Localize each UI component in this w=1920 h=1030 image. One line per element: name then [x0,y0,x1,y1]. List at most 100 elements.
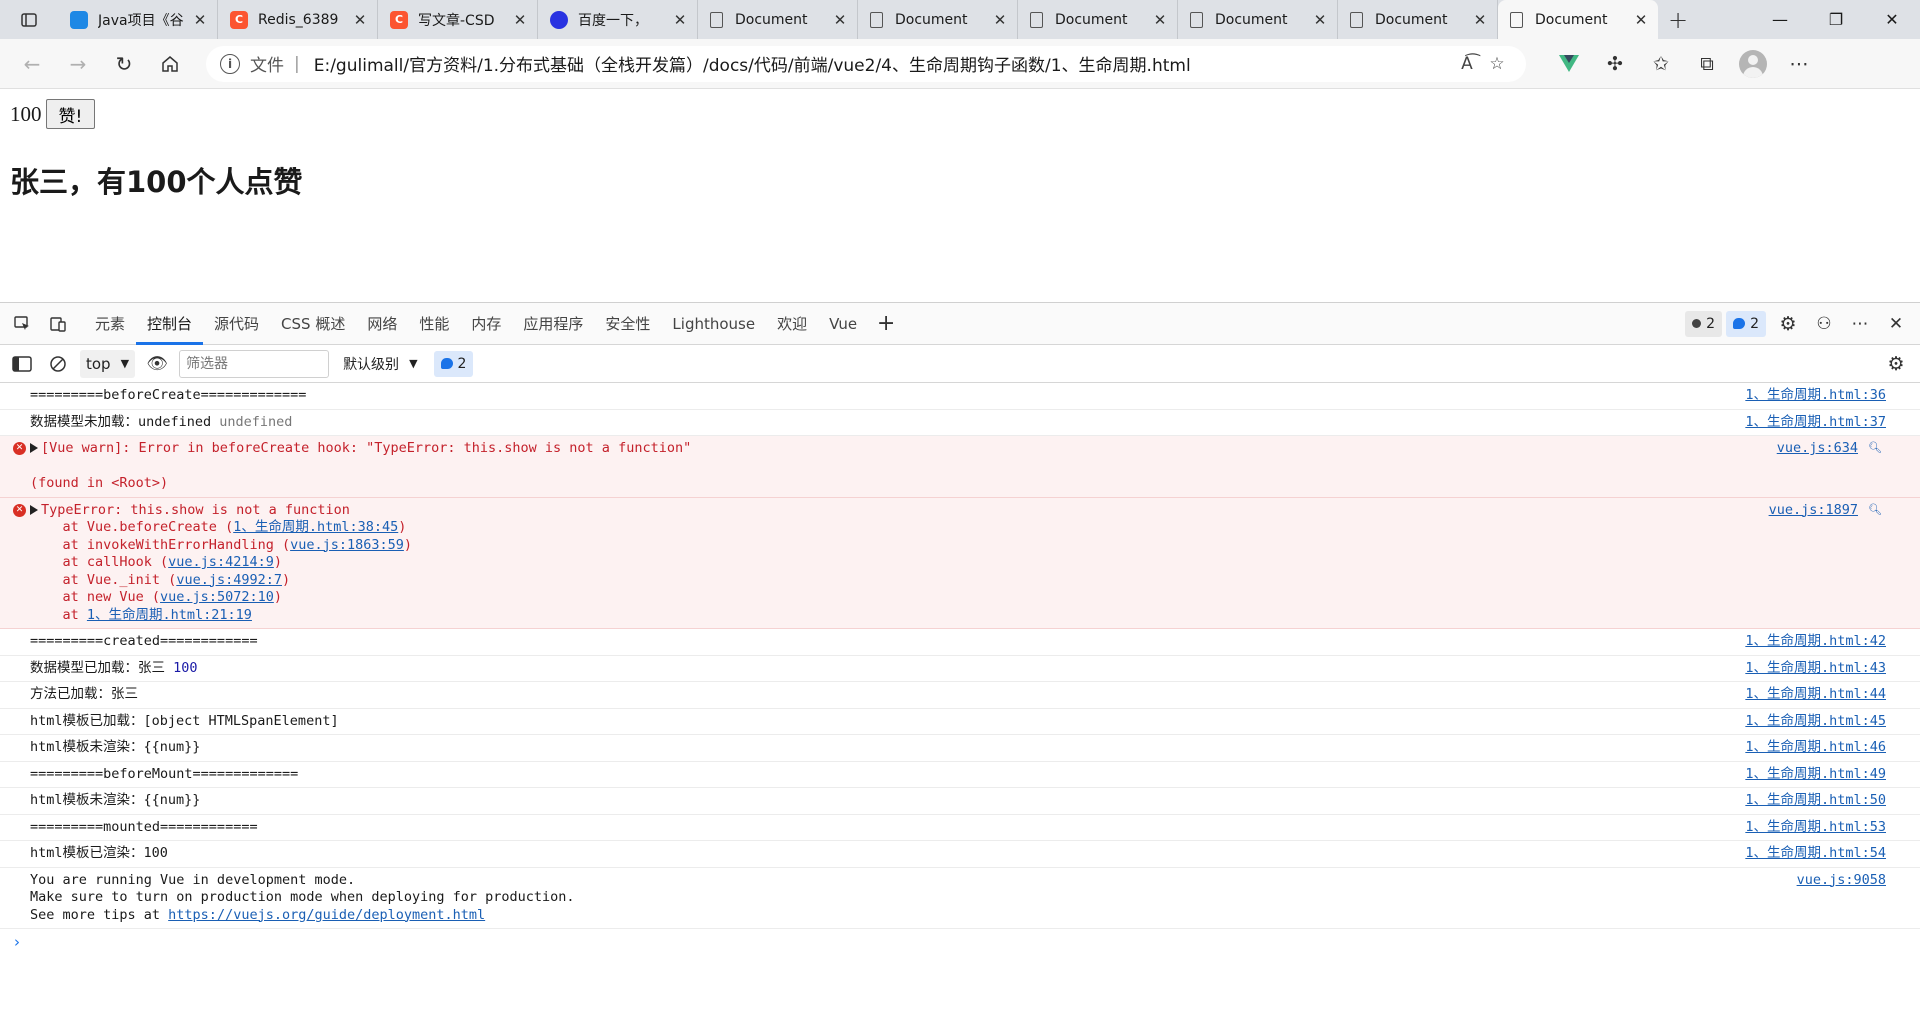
browser-tab[interactable]: Document ✕ [858,0,1018,39]
read-aloud-icon[interactable]: A͡ [1452,54,1482,74]
devtools-tab[interactable]: 安全性 [594,303,661,345]
error-count-badge[interactable]: 2 [1685,310,1723,337]
address-bar[interactable]: i 文件 | E:/gulimall/官方资料/1.分布式基础（全栈开发篇）/d… [206,45,1526,82]
console-source-link[interactable]: 1、生命周期.html:42 [1745,633,1886,651]
more-tools-button[interactable]: + [868,304,904,344]
console-source-link[interactable]: 1、生命周期.html:54 [1745,845,1886,863]
favorites-button[interactable]: ✩ [1638,46,1684,82]
console-source-link[interactable]: vue.js:9058 [1797,872,1886,890]
console-message-text: 方法已加载：张三 [30,686,138,702]
browser-tab[interactable]: Document ✕ [1338,0,1498,39]
devtools-tab[interactable]: 元素 [84,303,136,345]
live-expression-button[interactable]: 👁 [139,344,175,384]
close-window-button[interactable]: ✕ [1864,0,1920,39]
extensions-button[interactable]: ✣ [1592,46,1638,82]
clear-console-button[interactable] [40,344,76,384]
browser-tab[interactable]: Java项目《谷 ✕ [58,0,218,39]
more-menu-button[interactable]: ⋯ [1776,46,1822,82]
browser-tab[interactable]: 百度一下， ✕ [538,0,698,39]
close-tab-icon[interactable]: ✕ [1471,11,1489,29]
console-source-link[interactable]: vue.js:634 [1777,440,1858,458]
collections-button[interactable]: ⧉ [1684,46,1730,82]
profile-button[interactable] [1730,46,1776,82]
devtools-tab[interactable]: 网络 [356,303,408,345]
console-settings-button[interactable]: ⚙ [1878,344,1914,384]
browser-tab-title: Document [1055,11,1128,28]
device-emulation-button[interactable] [40,304,76,344]
add-favorite-icon[interactable]: ☆ [1482,54,1512,74]
console-source-link[interactable]: 1、生命周期.html:45 [1745,713,1886,731]
stack-frame-link[interactable]: 1、生命周期.html:38:45 [233,519,398,535]
console-prompt[interactable]: › [0,929,1920,951]
browser-tab[interactable]: Document ✕ [1178,0,1338,39]
console-source-link[interactable]: 1、生命周期.html:50 [1745,792,1886,810]
close-devtools-button[interactable]: ✕ [1878,304,1914,344]
console-source-link[interactable]: 1、生命周期.html:37 [1745,414,1886,432]
console-source-link[interactable]: 1、生命周期.html:49 [1745,766,1886,784]
restore-button[interactable]: ❐ [1808,0,1864,39]
devtools-tab[interactable]: Lighthouse [661,303,766,345]
browser-tab[interactable]: C Redis_6389 ✕ [218,0,378,39]
console-message-badge[interactable]: 2 [433,350,474,377]
stack-frame-link[interactable]: vue.js:1863:59 [290,537,404,553]
browser-tab[interactable]: Document ✕ [1498,0,1658,39]
close-tab-icon[interactable]: ✕ [351,11,369,29]
browser-tab[interactable]: Document ✕ [1018,0,1178,39]
expand-triangle-icon[interactable] [30,504,38,515]
devtools-tab[interactable]: 源代码 [203,303,270,345]
close-tab-icon[interactable]: ✕ [511,11,529,29]
back-button[interactable]: ← [10,46,54,82]
console-source-link[interactable]: 1、生命周期.html:44 [1745,686,1886,704]
message-count-badge[interactable]: 2 [1726,310,1766,337]
browser-tab[interactable]: C 写文章-CSD ✕ [378,0,538,39]
tab-actions-button[interactable] [0,0,58,39]
forward-button[interactable]: → [56,46,100,82]
close-tab-icon[interactable]: ✕ [1311,11,1329,29]
close-tab-icon[interactable]: ✕ [991,11,1009,29]
search-icon[interactable]: 🔍︎ [1868,501,1882,519]
console-filter-input[interactable] [179,349,330,378]
close-tab-icon[interactable]: ✕ [1632,11,1650,29]
devtools-tab[interactable]: 应用程序 [512,303,594,345]
log-level-select[interactable]: 默认级别 ▼ [337,350,423,378]
close-tab-icon[interactable]: ✕ [831,11,849,29]
home-button[interactable] [148,46,192,82]
browser-tab[interactable]: Document ✕ [698,0,858,39]
minimize-button[interactable]: — [1752,0,1808,39]
stack-frame-link[interactable]: vue.js:4214:9 [168,554,274,570]
close-tab-icon[interactable]: ✕ [671,11,689,29]
close-tab-icon[interactable]: ✕ [191,11,209,29]
devtools-tab[interactable]: Vue [818,303,868,345]
reload-button[interactable]: ↻ [102,46,146,82]
console-sidebar-button[interactable] [4,344,40,384]
console-link[interactable]: https://vuejs.org/guide/deployment.html [168,907,485,923]
search-icon[interactable]: 🔍︎ [1868,439,1882,457]
inspect-element-button[interactable] [4,304,40,344]
console-source-link[interactable]: 1、生命周期.html:43 [1745,660,1886,678]
devtools-tab[interactable]: CSS 概述 [270,303,356,345]
info-icon[interactable]: i [220,53,240,74]
console-source-link[interactable]: 1、生命周期.html:46 [1745,739,1886,757]
url-text[interactable]: E:/gulimall/官方资料/1.分布式基础（全栈开发篇）/docs/代码/… [314,51,1452,76]
like-button[interactable]: 赞! [45,99,96,129]
stack-frame-link[interactable]: vue.js:4992:7 [176,572,282,588]
context-select[interactable]: top ▼ [80,349,136,378]
stack-frame-link[interactable]: 1、生命周期.html:21:19 [87,607,252,623]
devtools-tab[interactable]: 性能 [408,303,460,345]
more-icon: ⋯ [1851,313,1869,334]
expand-triangle-icon[interactable] [30,443,38,453]
stack-frame-link[interactable]: vue.js:5072:10 [160,589,274,605]
console-source-link[interactable]: 1、生命周期.html:53 [1745,819,1886,837]
customize-devtools-button[interactable]: ⚇ [1806,304,1842,344]
devtools-tab[interactable]: 内存 [460,303,512,345]
devtools-tab[interactable]: 控制台 [136,303,204,345]
console-source-link[interactable]: 1、生命周期.html:36 [1745,387,1886,405]
devtools-more-button[interactable]: ⋯ [1842,304,1878,344]
console-message: html模板已渲染：100 [30,845,168,861]
settings-button[interactable]: ⚙ [1770,304,1806,344]
close-tab-icon[interactable]: ✕ [1151,11,1169,29]
vue-devtools-extension[interactable] [1546,46,1592,82]
console-source-link[interactable]: vue.js:1897 [1769,502,1858,520]
devtools-tab[interactable]: 欢迎 [766,303,818,345]
new-tab-button[interactable]: + [1658,0,1698,39]
